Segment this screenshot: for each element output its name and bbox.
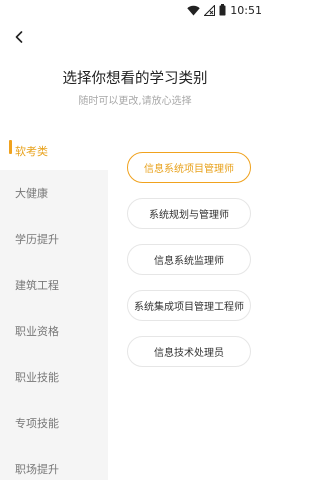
status-time: 10:51 xyxy=(230,3,262,17)
option-pill[interactable]: 系统集成项目管理工程师 xyxy=(127,290,251,321)
option-pill[interactable]: 信息系统项目管理师 xyxy=(127,152,251,183)
category-sidebar: 软考类 大健康 学历提升 建筑工程 职业资格 职业技能 专项技能 职场提升 xyxy=(0,128,108,480)
option-label: 信息系统项目管理师 xyxy=(144,164,234,175)
sidebar-item-label: 职场提升 xyxy=(15,463,59,476)
status-icons: 10:51 xyxy=(187,3,262,17)
option-label: 系统集成项目管理工程师 xyxy=(134,302,244,313)
sidebar-item-ruankao[interactable]: 软考类 xyxy=(0,128,108,174)
sidebar-item-label: 学历提升 xyxy=(15,233,59,246)
option-label: 信息系统监理师 xyxy=(154,256,224,267)
sidebar-item-label: 软考类 xyxy=(15,145,48,158)
status-bar: 10:51 xyxy=(0,0,270,20)
sidebar-item-qualification[interactable]: 职业资格 xyxy=(0,308,108,354)
signal-icon xyxy=(203,1,216,20)
option-pill[interactable]: 系统规划与管理师 xyxy=(127,198,251,229)
sidebar-item-label: 大健康 xyxy=(15,187,48,200)
sidebar-item-label: 专项技能 xyxy=(15,417,59,430)
sidebar-item-label: 职业技能 xyxy=(15,371,59,384)
sidebar-item-vocational-skills[interactable]: 职业技能 xyxy=(0,354,108,400)
sidebar-item-construction[interactable]: 建筑工程 xyxy=(0,262,108,308)
battery-icon xyxy=(219,1,226,20)
sidebar-item-label: 建筑工程 xyxy=(15,279,59,292)
page-subtitle: 随时可以更改,请放心选择 xyxy=(78,96,192,107)
chevron-left-icon xyxy=(14,28,24,47)
wifi-icon xyxy=(187,1,200,20)
sidebar-item-health[interactable]: 大健康 xyxy=(0,170,108,216)
sidebar-item-label: 职业资格 xyxy=(15,325,59,338)
sidebar-item-degree[interactable]: 学历提升 xyxy=(0,216,108,262)
sidebar-item-special-skills[interactable]: 专项技能 xyxy=(0,400,108,446)
sidebar-item-career[interactable]: 职场提升 xyxy=(0,446,108,480)
option-label: 信息技术处理员 xyxy=(154,348,224,359)
back-button[interactable] xyxy=(8,26,30,48)
page-title: 选择你想看的学习类别 xyxy=(62,71,208,87)
option-label: 系统规划与管理师 xyxy=(149,210,229,221)
option-pill[interactable]: 信息系统监理师 xyxy=(127,244,251,275)
option-pill[interactable]: 信息技术处理员 xyxy=(127,336,251,367)
